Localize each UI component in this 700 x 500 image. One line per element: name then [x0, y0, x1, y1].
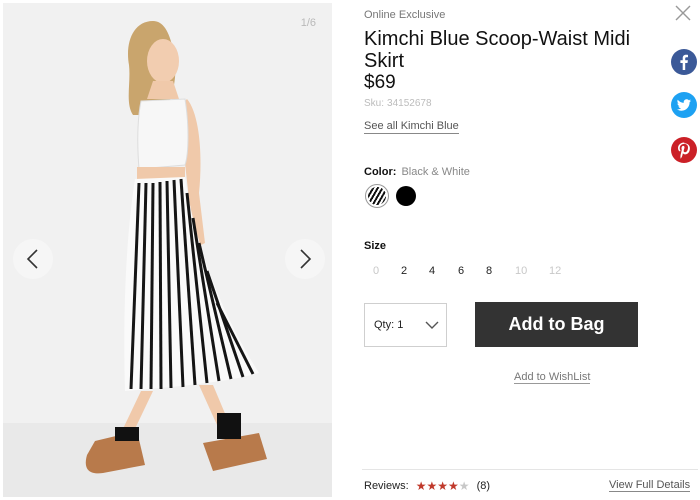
online-exclusive-label: Online Exclusive [364, 9, 446, 21]
share-pinterest-button[interactable] [671, 137, 697, 163]
size-option-12[interactable]: 12 [549, 265, 561, 277]
size-option-8[interactable]: 8 [486, 265, 492, 277]
size-option-2[interactable]: 2 [401, 265, 407, 277]
sku-value: 34152678 [387, 98, 432, 109]
review-count: (8) [476, 480, 491, 492]
size-option-6[interactable]: 6 [458, 265, 464, 277]
share-twitter-button[interactable] [671, 92, 697, 118]
star-icon: ★ [415, 479, 427, 493]
see-all-brand-link[interactable]: See all Kimchi Blue [364, 120, 459, 134]
close-icon [675, 5, 691, 21]
star-icon: ★ [437, 479, 448, 493]
reviews-summary[interactable]: Reviews: ★★★★★ (8) [364, 479, 490, 493]
quantity-value: Qty: 1 [374, 319, 404, 331]
add-to-wishlist-link[interactable]: Add to WishList [514, 371, 591, 384]
add-to-bag-button[interactable]: Add to Bag [475, 302, 638, 347]
star-rating: ★★★★★ [416, 479, 470, 493]
color-swatch-black[interactable] [396, 186, 416, 206]
size-option-10[interactable]: 10 [515, 265, 527, 277]
size-label: Size [364, 240, 387, 252]
close-button[interactable] [673, 3, 693, 23]
star-icon: ★ [458, 479, 470, 493]
chevron-down-icon [425, 321, 439, 329]
reviews-label: Reviews: [364, 480, 409, 492]
product-price: $69 [364, 72, 396, 93]
product-image-gallery[interactable]: 1/6 [3, 3, 332, 497]
star-icon: ★ [426, 479, 438, 493]
size-option-4[interactable]: 4 [429, 265, 435, 277]
facebook-icon [680, 54, 688, 70]
chevron-left-icon [26, 249, 38, 269]
previous-image-button[interactable] [13, 239, 53, 279]
chevron-right-icon [300, 249, 312, 269]
color-selector-label: Color: Black & White [364, 166, 470, 178]
selected-color-value: Black & White [401, 166, 470, 178]
star-icon: ★ [447, 479, 459, 493]
divider [362, 469, 698, 470]
color-label: Color: [364, 166, 397, 178]
color-swatch-black-white[interactable] [365, 184, 389, 208]
sku-label: Sku: [364, 98, 385, 109]
pinterest-icon [678, 142, 690, 159]
size-option-0[interactable]: 0 [373, 265, 379, 277]
quantity-select[interactable]: Qty: 1 [364, 303, 447, 347]
sku-line: Sku: 34152678 [364, 98, 432, 109]
share-facebook-button[interactable] [671, 49, 697, 75]
next-image-button[interactable] [285, 239, 325, 279]
view-full-details-link[interactable]: View Full Details [609, 479, 691, 492]
product-title: Kimchi Blue Scoop-Waist Midi Skirt [364, 28, 631, 72]
twitter-icon [677, 99, 691, 111]
image-counter: 1/6 [300, 17, 316, 29]
